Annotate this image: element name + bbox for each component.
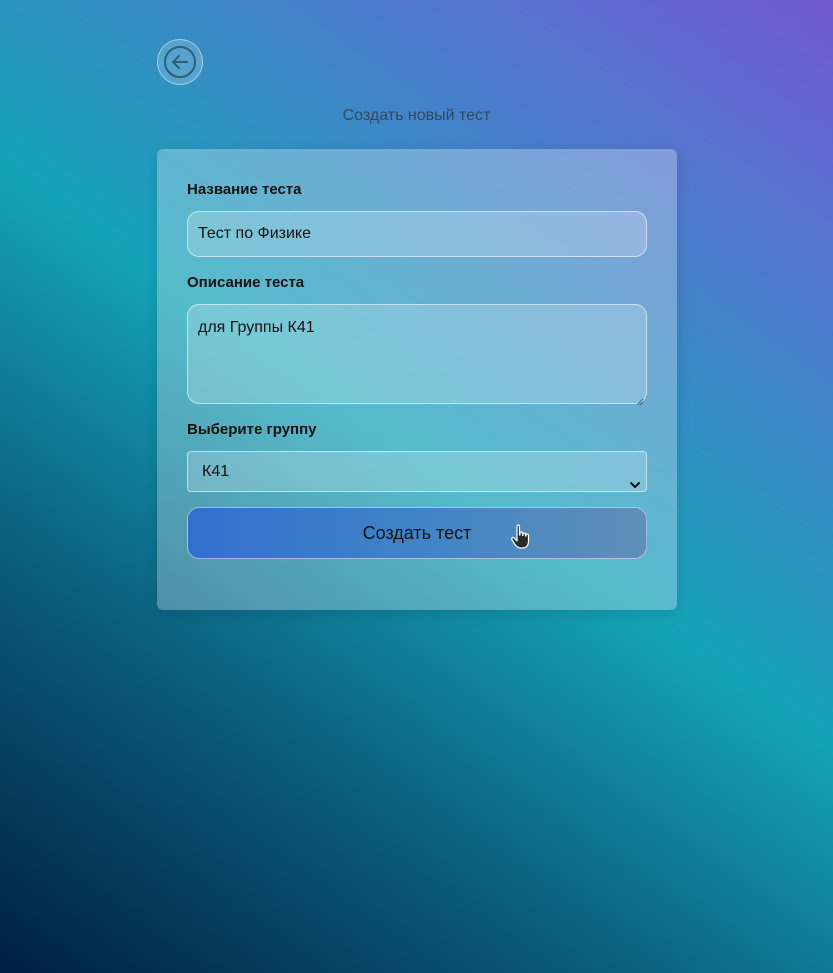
test-description-textarea[interactable]: для Группы К41	[187, 304, 647, 406]
test-name-input[interactable]: Тест по Физике	[187, 211, 647, 257]
group-select-value: К41	[202, 463, 230, 480]
test-description-value: для Группы К41	[198, 319, 315, 336]
create-test-form: Название теста Тест по Физике Описание т…	[157, 149, 677, 610]
resize-grip-icon[interactable]	[636, 393, 644, 406]
create-test-button[interactable]: Создать тест	[187, 507, 647, 559]
chevron-down-icon	[630, 466, 640, 505]
test-description-label: Описание теста	[187, 274, 305, 291]
test-name-label: Название теста	[187, 181, 302, 198]
group-select-label: Выберите группу	[187, 421, 317, 438]
back-button[interactable]	[157, 39, 203, 85]
page-title: Создать новый тест	[342, 107, 491, 124]
group-select[interactable]: К41	[187, 451, 647, 492]
hand-pointer-cursor-icon	[510, 524, 532, 555]
arrow-left-circle-icon	[162, 44, 198, 80]
